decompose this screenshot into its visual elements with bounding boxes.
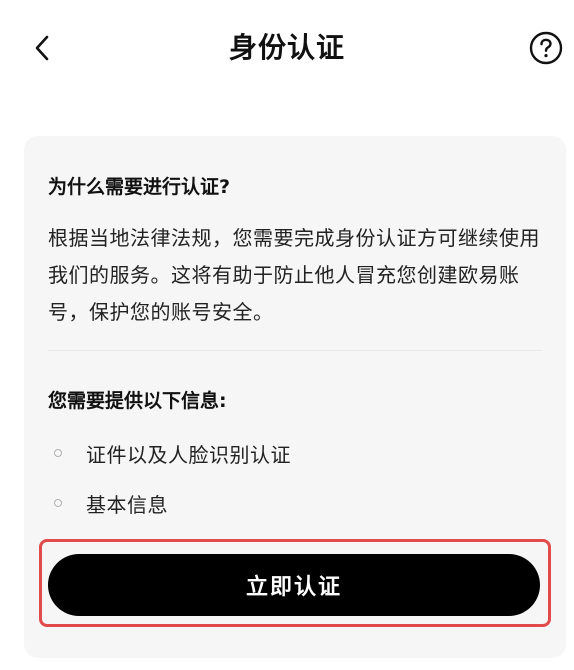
divider bbox=[48, 350, 542, 351]
bullet-icon bbox=[54, 499, 62, 507]
list-item: 基本信息 bbox=[54, 486, 168, 520]
verify-now-button[interactable]: 立即认证 bbox=[48, 554, 540, 616]
question-circle-icon bbox=[529, 31, 563, 65]
help-button[interactable] bbox=[528, 30, 564, 66]
list-item: 证件以及人脸识别认证 bbox=[54, 436, 291, 470]
bullet-icon bbox=[54, 449, 62, 457]
page-title: 身份认证 bbox=[228, 31, 345, 64]
requirements-heading: 您需要提供以下信息: bbox=[48, 390, 227, 412]
why-verify-description: 根据当地法律法规，您需要完成身份认证方可继续使用我们的服务。这将有助于防止他人冒… bbox=[48, 226, 540, 324]
why-verify-heading: 为什么需要进行认证? bbox=[48, 176, 231, 198]
requirement-label: 基本信息 bbox=[86, 492, 168, 517]
verification-info-card: 为什么需要进行认证? 根据当地法律法规，您需要完成身份认证方可继续使用我们的服务… bbox=[24, 136, 566, 658]
top-bar: 身份认证 bbox=[0, 0, 574, 96]
requirement-label: 证件以及人脸识别认证 bbox=[86, 442, 291, 467]
